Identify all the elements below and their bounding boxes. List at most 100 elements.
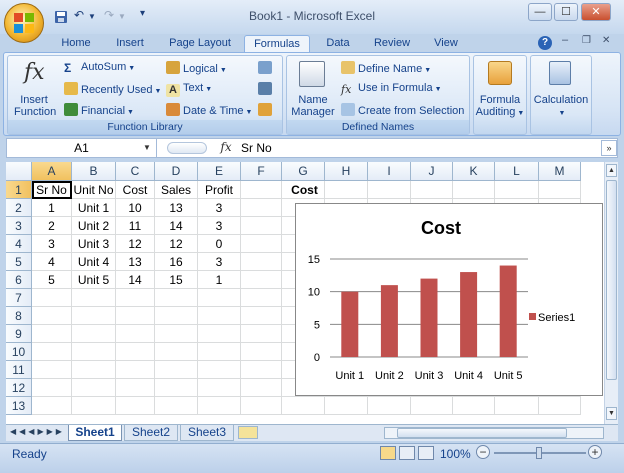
column-header-g[interactable]: G bbox=[282, 162, 325, 181]
horizontal-scrollbar[interactable] bbox=[384, 427, 604, 439]
cell-b6[interactable]: Unit 5 bbox=[72, 271, 116, 289]
zoom-in-icon[interactable]: + bbox=[588, 445, 602, 459]
cell-e7[interactable] bbox=[198, 289, 241, 307]
cell-b9[interactable] bbox=[72, 325, 116, 343]
create-from-selection-button[interactable]: Create from Selection bbox=[341, 103, 464, 117]
cell-f9[interactable] bbox=[241, 325, 282, 343]
cell-b13[interactable] bbox=[72, 397, 116, 415]
cell-f13[interactable] bbox=[241, 397, 282, 415]
cell-i13[interactable] bbox=[368, 397, 411, 415]
cell-d11[interactable] bbox=[155, 361, 198, 379]
cell-d5[interactable]: 16 bbox=[155, 253, 198, 271]
column-header-c[interactable]: C bbox=[116, 162, 155, 181]
cell-d12[interactable] bbox=[155, 379, 198, 397]
cell-b8[interactable] bbox=[72, 307, 116, 325]
chart-area[interactable]: Cost 0 5 10 15 Unit 1 Unit 2 Unit 3 Unit 4 Unit 5… bbox=[295, 203, 603, 396]
cell-c5[interactable]: 13 bbox=[116, 253, 155, 271]
cell-a10[interactable] bbox=[32, 343, 72, 361]
cell-m1[interactable] bbox=[539, 181, 581, 199]
cell-c10[interactable] bbox=[116, 343, 155, 361]
formula-auditing-icon[interactable] bbox=[488, 61, 512, 85]
cell-l13[interactable] bbox=[495, 397, 539, 415]
cell-e3[interactable]: 3 bbox=[198, 217, 241, 235]
name-box-dropdown-icon[interactable]: ▼ bbox=[143, 143, 151, 152]
row-header-5[interactable]: 5 bbox=[6, 253, 32, 271]
use-in-formula-button[interactable]: fx Use in Formula ▼ bbox=[341, 82, 442, 96]
cell-f8[interactable] bbox=[241, 307, 282, 325]
cell-b10[interactable] bbox=[72, 343, 116, 361]
expand-formula-bar-icon[interactable]: » bbox=[601, 140, 617, 156]
cell-c2[interactable]: 10 bbox=[116, 199, 155, 217]
math-trig-icon[interactable] bbox=[258, 82, 272, 95]
cell-e1[interactable]: Profit bbox=[198, 181, 241, 199]
cell-f4[interactable] bbox=[241, 235, 282, 253]
scroll-down-icon[interactable]: ▼ bbox=[606, 407, 617, 420]
cell-b4[interactable]: Unit 3 bbox=[72, 235, 116, 253]
cell-c8[interactable] bbox=[116, 307, 155, 325]
cell-h1[interactable] bbox=[325, 181, 368, 199]
tab-page-layout[interactable]: Page Layout bbox=[166, 36, 234, 52]
cell-a11[interactable] bbox=[32, 361, 72, 379]
cell-k1[interactable] bbox=[453, 181, 495, 199]
row-header-3[interactable]: 3 bbox=[6, 217, 32, 235]
cell-f3[interactable] bbox=[241, 217, 282, 235]
ribbon-close-icon[interactable]: ✕ bbox=[602, 35, 610, 46]
insert-function-button[interactable]: Insert Function bbox=[14, 94, 56, 118]
cell-e8[interactable] bbox=[198, 307, 241, 325]
cell-c13[interactable] bbox=[116, 397, 155, 415]
recently-used-button[interactable]: Recently Used ▼ bbox=[64, 82, 161, 96]
zoom-out-icon[interactable]: − bbox=[476, 445, 490, 459]
cell-a12[interactable] bbox=[32, 379, 72, 397]
cell-c3[interactable]: 11 bbox=[116, 217, 155, 235]
cell-c1[interactable]: Cost bbox=[116, 181, 155, 199]
cell-a2[interactable]: 1 bbox=[32, 199, 72, 217]
row-header-4[interactable]: 4 bbox=[6, 235, 32, 253]
cell-d1[interactable]: Sales bbox=[155, 181, 198, 199]
cell-b7[interactable] bbox=[72, 289, 116, 307]
financial-button[interactable]: Financial ▼ bbox=[64, 103, 134, 117]
cell-e13[interactable] bbox=[198, 397, 241, 415]
cell-j1[interactable] bbox=[411, 181, 453, 199]
vertical-scrollbar[interactable]: ▲ ▼ bbox=[604, 162, 618, 424]
row-header-8[interactable]: 8 bbox=[6, 307, 32, 325]
cell-e10[interactable] bbox=[198, 343, 241, 361]
cell-k13[interactable] bbox=[453, 397, 495, 415]
page-layout-view-icon[interactable] bbox=[399, 446, 415, 460]
column-header-m[interactable]: M bbox=[539, 162, 581, 181]
name-manager-icon[interactable] bbox=[299, 61, 325, 87]
cell-d3[interactable]: 14 bbox=[155, 217, 198, 235]
close-button[interactable]: ✕ bbox=[581, 3, 611, 21]
ribbon-minimize-icon[interactable]: – bbox=[562, 34, 568, 46]
sheet-nav-icons[interactable]: ◀◀◀▶▶▶ bbox=[10, 427, 65, 436]
cell-e5[interactable]: 3 bbox=[198, 253, 241, 271]
cell-c9[interactable] bbox=[116, 325, 155, 343]
cell-g1[interactable]: Cost bbox=[282, 181, 325, 199]
cell-d7[interactable] bbox=[155, 289, 198, 307]
help-icon[interactable]: ? bbox=[538, 36, 552, 50]
cell-b2[interactable]: Unit 1 bbox=[72, 199, 116, 217]
row-header-6[interactable]: 6 bbox=[6, 271, 32, 289]
cell-f1[interactable] bbox=[241, 181, 282, 199]
cell-d9[interactable] bbox=[155, 325, 198, 343]
tab-formulas[interactable]: Formulas bbox=[244, 35, 310, 53]
zoom-slider-thumb[interactable] bbox=[536, 447, 542, 459]
cell-d8[interactable] bbox=[155, 307, 198, 325]
cell-f5[interactable] bbox=[241, 253, 282, 271]
cell-e6[interactable]: 1 bbox=[198, 271, 241, 289]
cell-e11[interactable] bbox=[198, 361, 241, 379]
row-header-1[interactable]: 1 bbox=[6, 181, 32, 199]
maximize-button[interactable]: ☐ bbox=[554, 3, 578, 21]
name-manager-button[interactable]: Name Manager bbox=[291, 94, 335, 118]
more-functions-icon[interactable] bbox=[258, 103, 272, 116]
column-header-a[interactable]: A bbox=[32, 162, 72, 181]
cell-d13[interactable] bbox=[155, 397, 198, 415]
row-header-2[interactable]: 2 bbox=[6, 199, 32, 217]
lookup-reference-icon[interactable] bbox=[258, 61, 272, 74]
cell-f2[interactable] bbox=[241, 199, 282, 217]
tab-review[interactable]: Review bbox=[370, 36, 414, 52]
cell-f6[interactable] bbox=[241, 271, 282, 289]
column-header-j[interactable]: J bbox=[411, 162, 453, 181]
cell-d10[interactable] bbox=[155, 343, 198, 361]
cell-f7[interactable] bbox=[241, 289, 282, 307]
zoom-level[interactable]: 100% bbox=[440, 447, 471, 461]
